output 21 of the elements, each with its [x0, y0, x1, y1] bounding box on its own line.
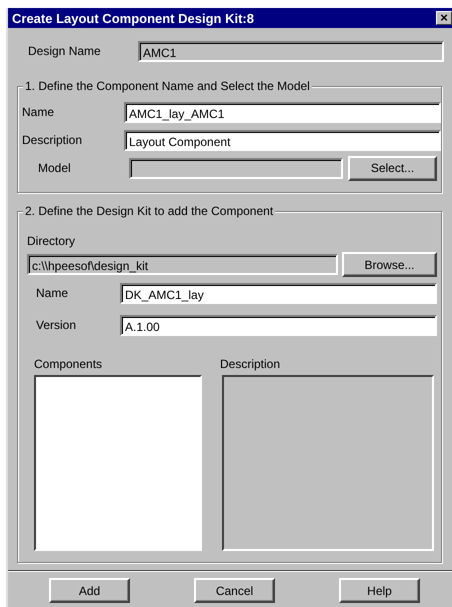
text-field[interactable]: DK_AMC1_lay	[120, 282, 437, 304]
field-label: Description	[21, 133, 84, 147]
group-title: 1. Define the Component Name and Select the Model	[23, 79, 312, 93]
list-label: Description	[220, 357, 282, 371]
text-field[interactable]: AMC1_lay_AMC1	[124, 102, 441, 122]
text-field[interactable]: A.1.00	[120, 314, 437, 336]
list-label: Components	[34, 357, 104, 371]
window-title: Create Layout Component Design Kit:8	[12, 10, 254, 26]
text-field[interactable]: Layout Component	[124, 130, 441, 150]
close-button[interactable]: ×	[436, 11, 452, 25]
dialog-button[interactable]: Add	[49, 578, 130, 603]
dialog-button[interactable]: Cancel	[194, 578, 275, 603]
field-label: Version	[35, 318, 78, 332]
group-title: 2. Define the Design Kit to add the Component	[23, 204, 276, 218]
dialog-button[interactable]: Help	[339, 578, 420, 603]
components-list[interactable]	[34, 375, 202, 551]
field-label: Name	[21, 105, 56, 119]
field-label: Design Name	[27, 44, 102, 58]
field-label: Name	[35, 286, 70, 300]
field-label: Directory	[26, 234, 76, 248]
field-label: Model	[37, 161, 72, 175]
